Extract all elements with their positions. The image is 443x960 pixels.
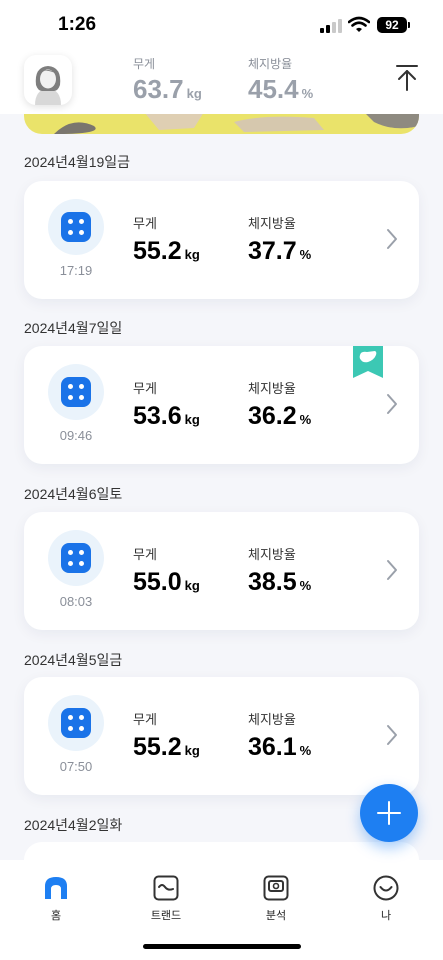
user-avatar-icon <box>35 66 61 105</box>
record-card[interactable]: 08:03 무게 55.0 kg 체지방율 38.5% <box>24 512 419 630</box>
wifi-icon <box>348 16 370 32</box>
tab-me[interactable]: 나 <box>346 874 426 923</box>
tab-analysis-label: 분석 <box>265 910 287 922</box>
chevron-right-icon[interactable] <box>386 393 398 415</box>
battery-indicator: 92 <box>377 17 410 33</box>
header-weight-label: 무게 <box>133 57 156 71</box>
record-card[interactable]: 09:46 무게 53.6 kg 체지방율 36.2% <box>24 346 419 464</box>
chevron-right-icon[interactable] <box>386 724 398 746</box>
scroll-to-top-icon[interactable] <box>394 64 420 92</box>
weight-unit: kg <box>184 247 200 262</box>
scale-device-badge <box>48 364 104 420</box>
banner-illustration <box>24 112 419 134</box>
body-fat-unit: % <box>299 743 312 758</box>
weight-label: 무게 <box>133 712 157 727</box>
body-fat-unit: % <box>299 412 312 427</box>
weight-label: 무게 <box>133 381 157 396</box>
body-fat-label: 체지방율 <box>248 381 296 396</box>
status-bar: 1:26 92 <box>0 0 443 50</box>
body-fat-value: 36.1 <box>248 733 297 761</box>
body-fat-label: 체지방율 <box>248 216 296 231</box>
battery-level: 92 <box>385 18 399 32</box>
home-indicator <box>143 944 301 949</box>
tab-trend-label: 트랜드 <box>150 910 182 922</box>
body-scale-icon <box>61 212 91 242</box>
record-weight: 무게 55.0 kg <box>133 544 200 597</box>
weight-unit: kg <box>184 743 200 758</box>
summary-header: 무게 63.7 kg 체지방율 45.4% <box>0 50 443 114</box>
weight-unit: kg <box>184 412 200 427</box>
record-body-fat: 체지방율 36.1% <box>248 709 311 762</box>
body-fat-unit: % <box>299 247 312 262</box>
landscape-illustration <box>54 112 419 134</box>
date-heading: 2024년4월5일금 <box>24 652 123 668</box>
home-icon <box>45 877 67 899</box>
bottom-tab-bar: 홈 트랜드 분석 나 <box>0 860 443 960</box>
record-time: 08:03 <box>59 594 93 609</box>
scale-device-badge <box>48 695 104 751</box>
profile-icon <box>373 875 399 901</box>
date-heading: 2024년4월7일일 <box>24 320 123 336</box>
date-heading: 2024년4월6일토 <box>24 486 123 502</box>
record-card[interactable]: 17:19 무게 55.2 kg 체지방율 37.7% <box>24 181 419 299</box>
liver-icon <box>359 351 377 363</box>
scale-device-badge <box>48 530 104 586</box>
header-weight: 무게 63.7 kg <box>133 55 202 105</box>
tab-me-label: 나 <box>380 910 392 922</box>
date-heading: 2024년4월19일금 <box>24 154 131 170</box>
weight-unit: kg <box>184 578 200 593</box>
header-body-fat-label: 체지방율 <box>248 57 293 71</box>
analysis-icon <box>263 875 289 901</box>
trend-icon <box>153 875 179 901</box>
body-fat-value: 37.7 <box>248 237 297 265</box>
record-weight: 무게 53.6 kg <box>133 378 200 431</box>
add-record-button[interactable] <box>360 784 418 842</box>
record-body-fat: 체지방율 37.7% <box>248 213 311 266</box>
weight-label: 무게 <box>133 547 157 562</box>
tab-analysis[interactable]: 분석 <box>236 874 316 923</box>
header-body-fat-value: 45.4 <box>248 74 299 104</box>
body-scale-icon <box>61 377 91 407</box>
body-fat-label: 체지방율 <box>248 547 296 562</box>
body-fat-bookmark-icon <box>353 346 383 378</box>
weight-value: 53.6 <box>133 402 182 430</box>
weight-value: 55.2 <box>133 733 182 761</box>
header-weight-unit: kg <box>186 86 202 101</box>
status-time: 1:26 <box>58 14 97 35</box>
body-fat-unit: % <box>299 578 312 593</box>
record-weight: 무게 55.2 kg <box>133 213 200 266</box>
weight-value: 55.2 <box>133 237 182 265</box>
chevron-right-icon[interactable] <box>386 228 398 250</box>
body-fat-label: 체지방율 <box>248 712 296 727</box>
date-heading: 2024년4월2일화 <box>24 817 123 833</box>
header-body-fat-unit: % <box>301 86 314 101</box>
body-scale-icon <box>61 543 91 573</box>
weight-value: 55.0 <box>133 568 182 596</box>
scale-device-badge <box>48 199 104 255</box>
record-weight: 무게 55.2 kg <box>133 709 200 762</box>
cellular-signal-icon <box>320 19 344 33</box>
record-body-fat: 체지방율 36.2% <box>248 378 311 431</box>
body-fat-value: 38.5 <box>248 568 297 596</box>
record-body-fat: 체지방율 38.5% <box>248 544 311 597</box>
avatar[interactable] <box>24 55 72 105</box>
record-card[interactable]: 07:50 무게 55.2 kg 체지방율 36.1% <box>24 677 419 795</box>
record-time: 09:46 <box>59 428 93 443</box>
weight-label: 무게 <box>133 216 157 231</box>
body-fat-value: 36.2 <box>248 402 297 430</box>
tab-trend[interactable]: 트랜드 <box>126 874 206 923</box>
header-weight-value: 63.7 <box>133 74 184 104</box>
body-scale-icon <box>61 708 91 738</box>
header-body-fat: 체지방율 45.4% <box>248 55 313 105</box>
tab-home[interactable]: 홈 <box>16 874 96 923</box>
record-time: 17:19 <box>59 263 93 278</box>
chevron-right-icon[interactable] <box>386 559 398 581</box>
record-time: 07:50 <box>59 759 93 774</box>
tab-home-label: 홈 <box>50 910 62 922</box>
